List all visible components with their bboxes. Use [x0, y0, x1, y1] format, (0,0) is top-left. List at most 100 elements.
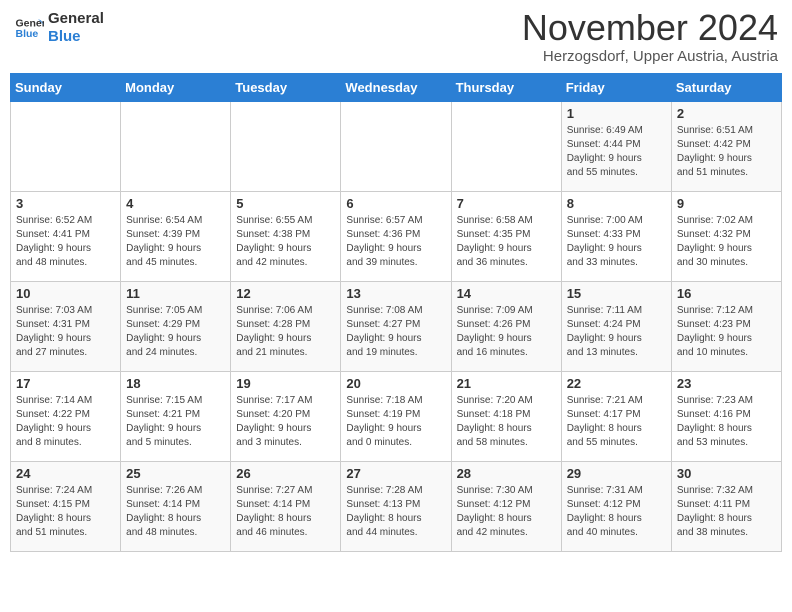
day-number: 21: [457, 376, 556, 391]
day-info: Sunrise: 7:21 AM Sunset: 4:17 PM Dayligh…: [567, 394, 666, 450]
day-number: 15: [567, 286, 666, 301]
calendar-week-2: 3Sunrise: 6:52 AM Sunset: 4:41 PM Daylig…: [11, 192, 782, 282]
day-number: 18: [126, 376, 225, 391]
calendar-cell: 2 Sunrise: 6:51 AM Sunset: 4:42 PM Daylig…: [671, 102, 781, 192]
header-saturday: Saturday: [671, 74, 781, 102]
day-number: 25: [126, 466, 225, 481]
calendar-cell: 17 Sunrise: 7:14 AM Sunset: 4:22 PM Dayli…: [11, 372, 121, 462]
svg-text:Blue: Blue: [16, 28, 39, 40]
day-info: Sunrise: 6:58 AM Sunset: 4:35 PM Dayligh…: [457, 214, 556, 270]
day-info: Sunrise: 7:14 AM Sunset: 4:22 PM Dayligh…: [16, 394, 115, 450]
calendar-cell: 22 Sunrise: 7:21 AM Sunset: 4:17 PM Dayli…: [561, 372, 671, 462]
day-info: Sunrise: 7:02 AM Sunset: 4:32 PM Dayligh…: [677, 214, 776, 270]
calendar-cell: 26 Sunrise: 7:27 AM Sunset: 4:14 PM Dayli…: [231, 462, 341, 552]
day-number: 28: [457, 466, 556, 481]
calendar-cell: 4 Sunrise: 6:54 AM Sunset: 4:39 PM Daylig…: [121, 192, 231, 282]
header-friday: Friday: [561, 74, 671, 102]
calendar-cell: 27 Sunrise: 7:28 AM Sunset: 4:13 PM Dayli…: [341, 462, 451, 552]
day-info: Sunrise: 7:31 AM Sunset: 4:12 PM Dayligh…: [567, 484, 666, 540]
day-number: 11: [126, 286, 225, 301]
day-number: 19: [236, 376, 335, 391]
calendar-cell: 9 Sunrise: 7:02 AM Sunset: 4:32 PM Daylig…: [671, 192, 781, 282]
title-block: November 2024 Herzogsdorf, Upper Austria…: [522, 10, 778, 65]
day-info: Sunrise: 7:03 AM Sunset: 4:31 PM Dayligh…: [16, 304, 115, 360]
calendar-cell: 29 Sunrise: 7:31 AM Sunset: 4:12 PM Dayli…: [561, 462, 671, 552]
day-info: Sunrise: 7:28 AM Sunset: 4:13 PM Dayligh…: [346, 484, 445, 540]
day-info: Sunrise: 7:23 AM Sunset: 4:16 PM Dayligh…: [677, 394, 776, 450]
day-number: 10: [16, 286, 115, 301]
day-number: 22: [567, 376, 666, 391]
day-info: Sunrise: 7:17 AM Sunset: 4:20 PM Dayligh…: [236, 394, 335, 450]
day-info: Sunrise: 7:20 AM Sunset: 4:18 PM Dayligh…: [457, 394, 556, 450]
header-thursday: Thursday: [451, 74, 561, 102]
calendar-cell: 20 Sunrise: 7:18 AM Sunset: 4:19 PM Dayli…: [341, 372, 451, 462]
logo-icon: General Blue: [14, 13, 44, 43]
day-info: Sunrise: 7:26 AM Sunset: 4:14 PM Dayligh…: [126, 484, 225, 540]
day-info: Sunrise: 7:24 AM Sunset: 4:15 PM Dayligh…: [16, 484, 115, 540]
page-header: General Blue General Blue November 2024 …: [10, 10, 782, 65]
day-number: 24: [16, 466, 115, 481]
calendar-week-3: 10 Sunrise: 7:03 AM Sunset: 4:31 PM Dayli…: [11, 282, 782, 372]
day-number: 27: [346, 466, 445, 481]
logo-line2: Blue: [48, 28, 104, 46]
calendar-cell: [11, 102, 121, 192]
day-info: Sunrise: 6:55 AM Sunset: 4:38 PM Dayligh…: [236, 214, 335, 270]
day-info: Sunrise: 7:15 AM Sunset: 4:21 PM Dayligh…: [126, 394, 225, 450]
calendar-cell: 18 Sunrise: 7:15 AM Sunset: 4:21 PM Dayli…: [121, 372, 231, 462]
day-info: Sunrise: 7:09 AM Sunset: 4:26 PM Dayligh…: [457, 304, 556, 360]
day-info: Sunrise: 6:52 AM Sunset: 4:41 PM Dayligh…: [16, 214, 115, 270]
calendar-cell: 5Sunrise: 6:55 AM Sunset: 4:38 PM Daylig…: [231, 192, 341, 282]
calendar-table: SundayMondayTuesdayWednesdayThursdayFrid…: [10, 73, 782, 552]
day-number: 17: [16, 376, 115, 391]
day-info: Sunrise: 7:18 AM Sunset: 4:19 PM Dayligh…: [346, 394, 445, 450]
day-number: 29: [567, 466, 666, 481]
calendar-cell: 13 Sunrise: 7:08 AM Sunset: 4:27 PM Dayli…: [341, 282, 451, 372]
calendar-cell: 19 Sunrise: 7:17 AM Sunset: 4:20 PM Dayli…: [231, 372, 341, 462]
calendar-cell: 6 Sunrise: 6:57 AM Sunset: 4:36 PM Daylig…: [341, 192, 451, 282]
location: Herzogsdorf, Upper Austria, Austria: [522, 48, 778, 65]
day-info: Sunrise: 7:06 AM Sunset: 4:28 PM Dayligh…: [236, 304, 335, 360]
logo-line1: General: [48, 10, 104, 28]
calendar-cell: 21 Sunrise: 7:20 AM Sunset: 4:18 PM Dayli…: [451, 372, 561, 462]
day-number: 9: [677, 196, 776, 211]
day-info: Sunrise: 7:05 AM Sunset: 4:29 PM Dayligh…: [126, 304, 225, 360]
calendar-cell: 30 Sunrise: 7:32 AM Sunset: 4:11 PM Dayli…: [671, 462, 781, 552]
calendar-week-4: 17 Sunrise: 7:14 AM Sunset: 4:22 PM Dayli…: [11, 372, 782, 462]
day-number: 1: [567, 106, 666, 121]
header-wednesday: Wednesday: [341, 74, 451, 102]
day-info: Sunrise: 7:27 AM Sunset: 4:14 PM Dayligh…: [236, 484, 335, 540]
day-info: Sunrise: 7:32 AM Sunset: 4:11 PM Dayligh…: [677, 484, 776, 540]
day-number: 14: [457, 286, 556, 301]
day-number: 2: [677, 106, 776, 121]
day-number: 16: [677, 286, 776, 301]
day-number: 13: [346, 286, 445, 301]
calendar-header-row: SundayMondayTuesdayWednesdayThursdayFrid…: [11, 74, 782, 102]
day-number: 8: [567, 196, 666, 211]
calendar-cell: 23 Sunrise: 7:23 AM Sunset: 4:16 PM Dayli…: [671, 372, 781, 462]
calendar-cell: 3Sunrise: 6:52 AM Sunset: 4:41 PM Daylig…: [11, 192, 121, 282]
day-number: 30: [677, 466, 776, 481]
day-number: 26: [236, 466, 335, 481]
calendar-cell: [341, 102, 451, 192]
day-info: Sunrise: 7:12 AM Sunset: 4:23 PM Dayligh…: [677, 304, 776, 360]
calendar-cell: 28Sunrise: 7:30 AM Sunset: 4:12 PM Dayli…: [451, 462, 561, 552]
day-info: Sunrise: 6:51 AM Sunset: 4:42 PM Dayligh…: [677, 124, 776, 180]
calendar-cell: 14 Sunrise: 7:09 AM Sunset: 4:26 PM Dayli…: [451, 282, 561, 372]
calendar-cell: [451, 102, 561, 192]
header-monday: Monday: [121, 74, 231, 102]
day-info: Sunrise: 7:08 AM Sunset: 4:27 PM Dayligh…: [346, 304, 445, 360]
day-info: Sunrise: 6:49 AM Sunset: 4:44 PM Dayligh…: [567, 124, 666, 180]
calendar-cell: 24 Sunrise: 7:24 AM Sunset: 4:15 PM Dayli…: [11, 462, 121, 552]
calendar-cell: [231, 102, 341, 192]
day-info: Sunrise: 6:57 AM Sunset: 4:36 PM Dayligh…: [346, 214, 445, 270]
calendar-cell: 8 Sunrise: 7:00 AM Sunset: 4:33 PM Daylig…: [561, 192, 671, 282]
day-number: 4: [126, 196, 225, 211]
day-info: Sunrise: 7:00 AM Sunset: 4:33 PM Dayligh…: [567, 214, 666, 270]
header-tuesday: Tuesday: [231, 74, 341, 102]
calendar-week-5: 24 Sunrise: 7:24 AM Sunset: 4:15 PM Dayli…: [11, 462, 782, 552]
day-number: 6: [346, 196, 445, 211]
calendar-cell: 1 Sunrise: 6:49 AM Sunset: 4:44 PM Daylig…: [561, 102, 671, 192]
day-number: 23: [677, 376, 776, 391]
day-number: 20: [346, 376, 445, 391]
day-info: Sunrise: 6:54 AM Sunset: 4:39 PM Dayligh…: [126, 214, 225, 270]
